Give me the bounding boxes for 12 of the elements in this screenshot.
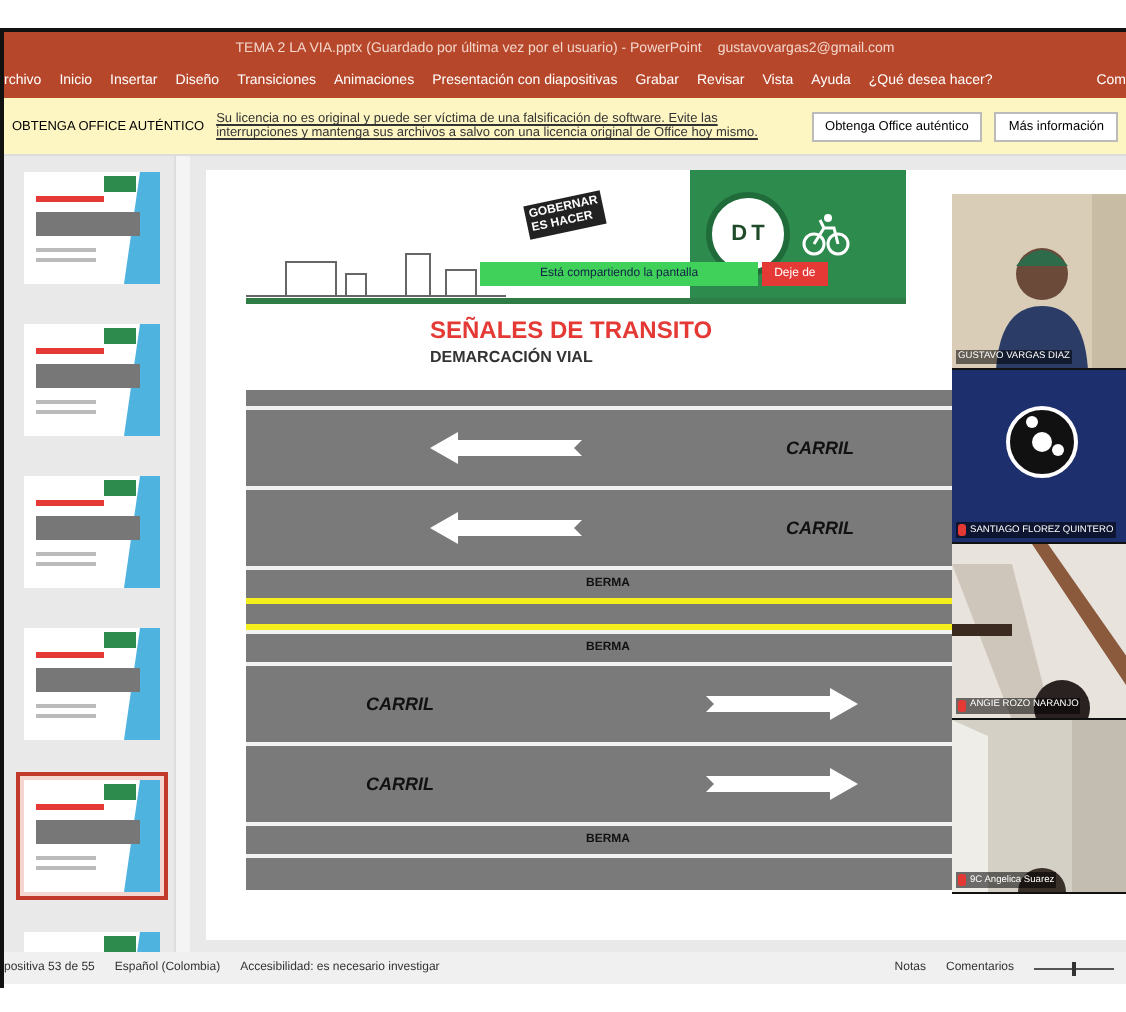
slide-subtitle: DEMARCACIÓN VIAL	[430, 348, 593, 366]
lane-label: CARRIL	[786, 438, 854, 458]
lane-label: CARRIL	[786, 518, 854, 538]
muted-mic-icon	[958, 524, 966, 536]
slide-thumbnail[interactable]	[16, 772, 168, 900]
bicycle-icon	[802, 212, 850, 256]
muted-mic-icon	[958, 699, 966, 711]
scrollbar[interactable]	[173, 156, 190, 952]
slide-title: SEÑALES DE TRANSITO	[430, 316, 713, 344]
muted-mic-icon	[958, 874, 966, 886]
lane-label: CARRIL	[366, 774, 434, 794]
lane-label: CARRIL	[366, 694, 434, 714]
